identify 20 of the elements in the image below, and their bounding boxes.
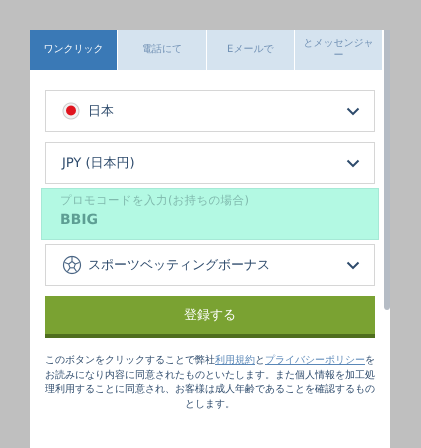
tab[interactable]: 電話にて <box>118 30 206 70</box>
register-button[interactable]: 登録する <box>45 296 375 338</box>
tab[interactable]: Eメールで <box>206 30 294 70</box>
field-label: プロモコードを入力(お持ちの場合) <box>59 193 250 208</box>
dropdown-field[interactable]: 日本 <box>45 90 375 132</box>
terms-link[interactable]: プライバシーポリシー <box>265 355 365 366</box>
dropdown-field[interactable]: スポーツベッティングボーナス <box>45 244 375 286</box>
tab[interactable]: ワンクリック <box>30 30 118 70</box>
terms-text: このボタンをクリックすることで弊社利用規約と プライバシーポリシーをお読みになり内容に同意されたものといたします。また個人情報を加工処理利用することに同意され、お客様は成人年齢であることを確認するものとします。 <box>45 354 375 412</box>
scrollbar[interactable] <box>384 30 390 310</box>
field-value: BBIG <box>59 211 100 228</box>
terms-link[interactable]: 利用規約 <box>215 355 255 366</box>
chevron-down-icon <box>346 158 360 168</box>
flag-icon <box>62 102 80 120</box>
promo-code-field[interactable]: プロモコードを入力(お持ちの場合) BBIG <box>41 188 379 240</box>
dropdown-field[interactable]: JPY (日本円) <box>45 142 375 184</box>
chevron-down-icon <box>346 260 360 270</box>
soccer-ball-icon <box>62 255 82 275</box>
tab[interactable]: とメッセンジャー <box>294 30 382 70</box>
chevron-down-icon <box>346 106 360 116</box>
